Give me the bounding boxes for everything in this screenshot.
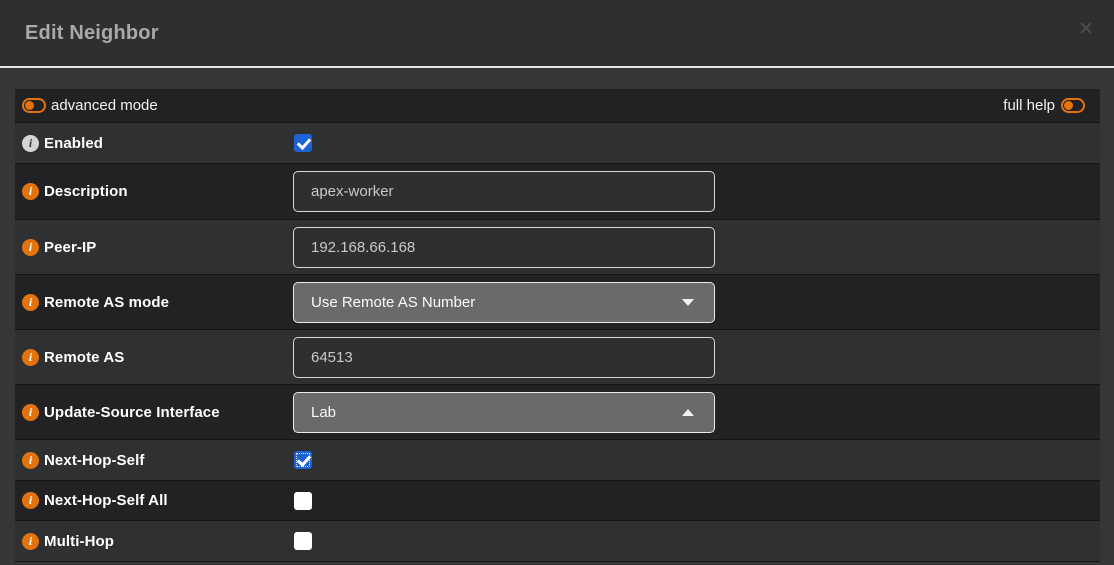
field-label: Remote AS mode — [44, 294, 169, 311]
advanced-mode-control[interactable]: advanced mode — [22, 97, 158, 114]
info-icon[interactable] — [22, 183, 39, 200]
chevron-up-icon — [682, 409, 694, 416]
selected-option: Lab — [311, 404, 336, 421]
field-label: Update-Source Interface — [44, 404, 220, 421]
info-icon[interactable] — [22, 404, 39, 421]
form-row-remote-as-mode: Remote AS mode Use Remote AS Number — [15, 275, 1100, 330]
form-row-next-hop-self: Next-Hop-Self — [15, 440, 1100, 481]
form-row-remote-as: Remote AS — [15, 330, 1100, 385]
info-icon[interactable] — [22, 492, 39, 509]
full-help-control[interactable]: full help — [1003, 97, 1100, 114]
multi-hop-checkbox[interactable] — [294, 532, 312, 550]
field-label: Multi-Hop — [44, 533, 114, 550]
next-hop-self-checkbox[interactable] — [294, 451, 312, 469]
form-row-next-hop-self-all: Next-Hop-Self All — [15, 481, 1100, 521]
modal-body: advanced mode full help Enabled Descript… — [0, 68, 1114, 565]
remote-as-input[interactable] — [293, 337, 715, 378]
field-label: Remote AS — [44, 349, 124, 366]
form-row-peer-ip: Peer-IP — [15, 220, 1100, 275]
field-label: Enabled — [44, 135, 103, 152]
description-input[interactable] — [293, 171, 715, 212]
form-row-enabled: Enabled — [15, 123, 1100, 164]
toolbar-row: advanced mode full help — [15, 89, 1100, 123]
full-help-label: full help — [1003, 97, 1055, 114]
advanced-mode-toggle-icon[interactable] — [22, 98, 46, 113]
full-help-toggle-icon[interactable] — [1061, 98, 1085, 113]
field-label: Peer-IP — [44, 239, 96, 256]
selected-option: Use Remote AS Number — [311, 294, 475, 311]
info-icon[interactable] — [22, 349, 39, 366]
chevron-down-icon — [682, 299, 694, 306]
field-label: Description — [44, 183, 128, 200]
field-label: Next-Hop-Self All — [44, 492, 168, 509]
enabled-checkbox[interactable] — [294, 134, 312, 152]
info-icon[interactable] — [22, 294, 39, 311]
form-row-description: Description — [15, 164, 1100, 220]
form-row-update-source-interface: Update-Source Interface Lab — [15, 385, 1100, 440]
form-row-multi-hop: Multi-Hop — [15, 521, 1100, 562]
remote-as-mode-select[interactable]: Use Remote AS Number — [293, 282, 715, 323]
info-icon[interactable] — [22, 135, 39, 152]
info-icon[interactable] — [22, 452, 39, 469]
page-title: Edit Neighbor — [25, 22, 159, 45]
peer-ip-input[interactable] — [293, 227, 715, 268]
modal-header: Edit Neighbor ✕ — [0, 0, 1114, 68]
next-hop-self-all-checkbox[interactable] — [294, 492, 312, 510]
edit-neighbor-modal: Edit Neighbor ✕ advanced mode full help … — [0, 0, 1114, 565]
advanced-mode-label: advanced mode — [51, 97, 158, 114]
info-icon[interactable] — [22, 533, 39, 550]
close-icon[interactable]: ✕ — [1078, 20, 1094, 39]
update-source-interface-select[interactable]: Lab — [293, 392, 715, 433]
field-label: Next-Hop-Self — [44, 452, 144, 469]
info-icon[interactable] — [22, 239, 39, 256]
